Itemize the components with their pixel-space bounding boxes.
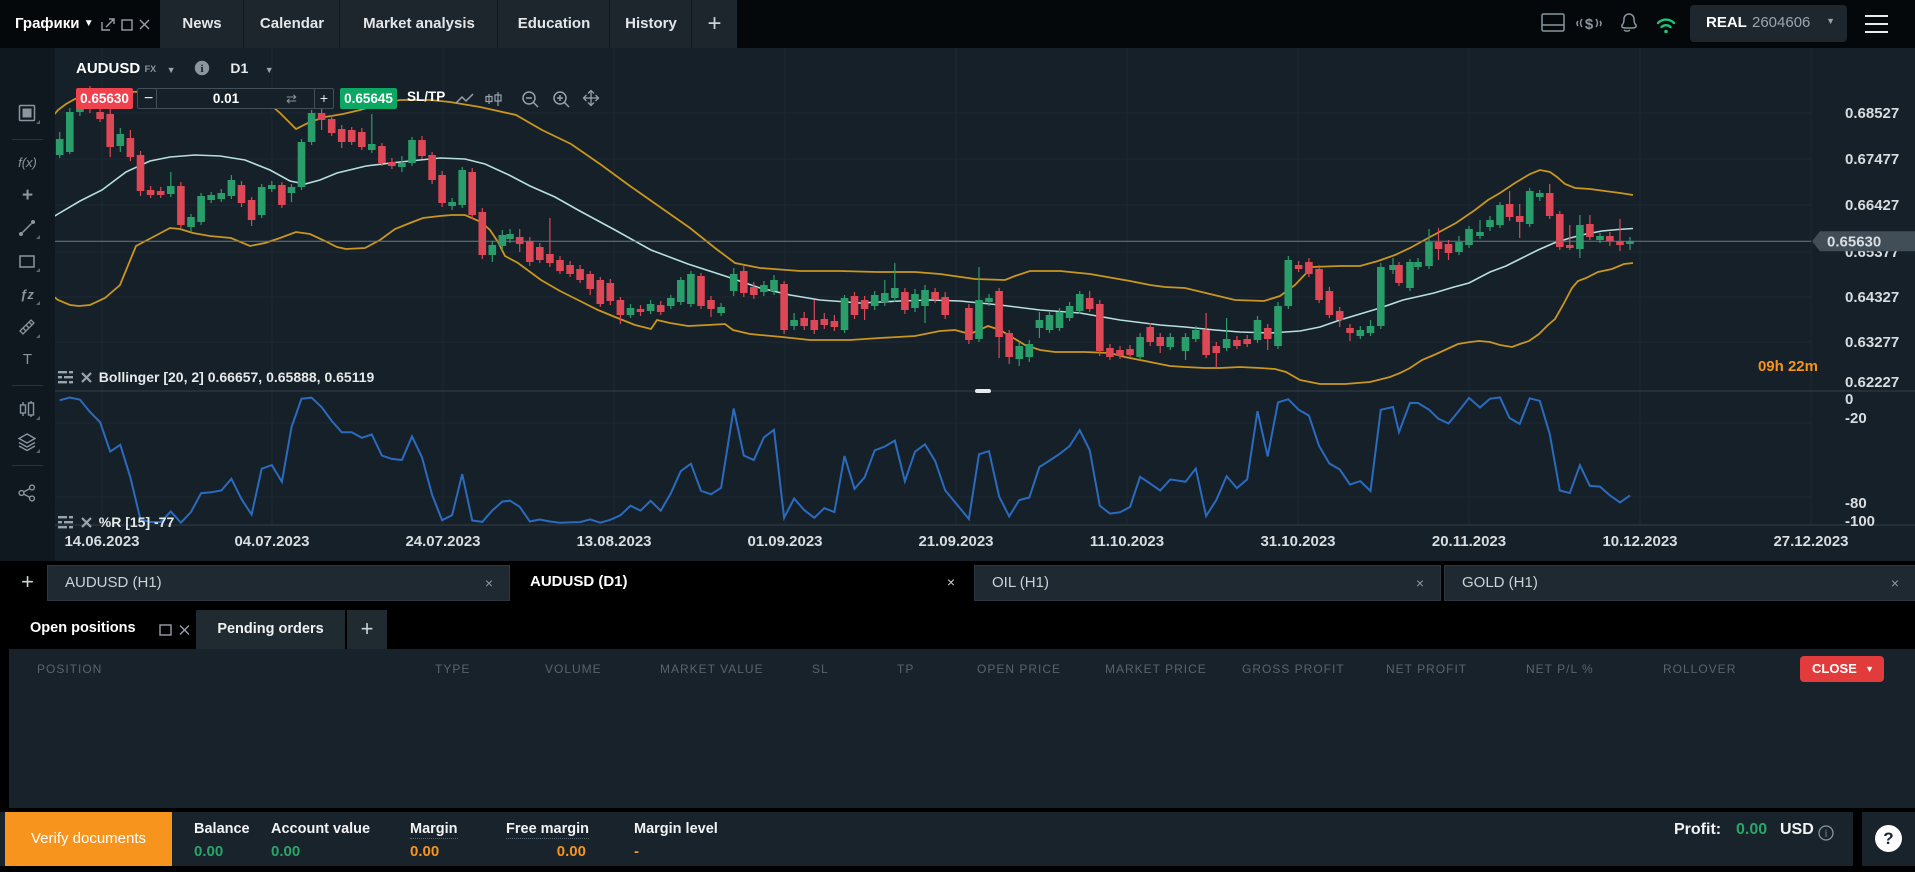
svg-text:$: $ [1585,16,1594,33]
svg-text:-20: -20 [1845,410,1867,427]
svg-text:-80: -80 [1845,495,1867,512]
svg-text:13.08.2023: 13.08.2023 [576,533,651,550]
svg-text:04.07.2023: 04.07.2023 [234,533,309,550]
svg-text:0: 0 [1845,391,1853,408]
svg-text:14.06.2023: 14.06.2023 [64,533,139,550]
svg-text:-100: -100 [1845,513,1875,530]
svg-text:11.10.2023: 11.10.2023 [1090,533,1164,550]
svg-text:i: i [1825,829,1828,840]
svg-text:ƒz: ƒz [20,287,34,302]
svg-text:09h 22m: 09h 22m [1758,358,1818,375]
svg-text:0.65630: 0.65630 [1827,233,1881,250]
svg-text:31.10.2023: 31.10.2023 [1260,533,1335,550]
svg-text:10.12.2023: 10.12.2023 [1602,533,1677,550]
svg-text:0.67477: 0.67477 [1845,151,1899,168]
svg-text:0.64327: 0.64327 [1845,289,1899,306]
svg-text:21.09.2023: 21.09.2023 [918,533,993,550]
svg-text:i: i [200,63,203,75]
svg-text:01.09.2023: 01.09.2023 [747,533,822,550]
svg-text:27.12.2023: 27.12.2023 [1773,533,1848,550]
svg-text:20.11.2023: 20.11.2023 [1432,533,1506,550]
svg-text:0.63277: 0.63277 [1845,334,1899,351]
svg-text:0.62227: 0.62227 [1845,374,1899,391]
svg-text:0.66427: 0.66427 [1845,197,1899,214]
svg-text:0.68527: 0.68527 [1845,105,1899,122]
svg-text:24.07.2023: 24.07.2023 [405,533,480,550]
